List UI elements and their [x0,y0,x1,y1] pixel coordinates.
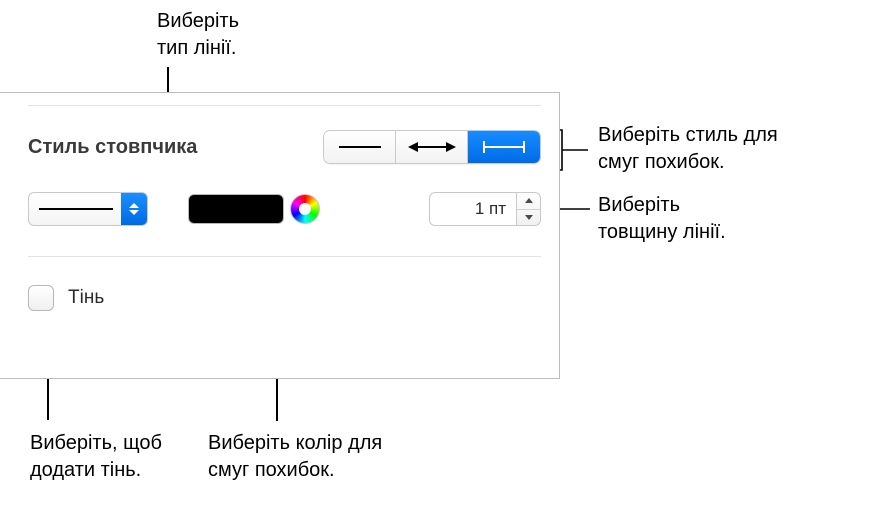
stepper-down[interactable] [517,210,540,226]
segment-line[interactable] [324,131,396,163]
callout-color: Виберіть колір для смуг похибок. [208,430,382,484]
popup-arrows-icon [121,193,147,225]
callout-thickness: Виберіть товщину лінії. [598,192,726,246]
color-wheel-icon[interactable] [290,194,320,224]
stepper-up[interactable] [517,193,540,210]
shadow-label: Тінь [68,287,104,309]
line-type-popup[interactable] [28,192,148,226]
segment-arrow[interactable] [396,131,468,163]
color-swatch[interactable] [188,194,284,224]
shadow-checkbox[interactable] [28,285,54,311]
callout-shadow: Виберіть, щоб додати тінь. [30,430,162,484]
section-title: Стиль стовпчика [28,136,197,159]
thickness-field[interactable]: 1 пт [429,192,517,226]
segment-ibeam[interactable] [468,131,540,163]
callout-style: Виберіть стиль для смуг похибок. [598,122,778,176]
callout-line-type: Виберіть тип лінії. [157,8,239,62]
style-panel: Стиль стовпчика [0,92,560,379]
error-bar-style-segmented[interactable] [323,130,541,164]
line-type-preview [39,208,113,210]
thickness-stepper[interactable] [517,192,541,226]
